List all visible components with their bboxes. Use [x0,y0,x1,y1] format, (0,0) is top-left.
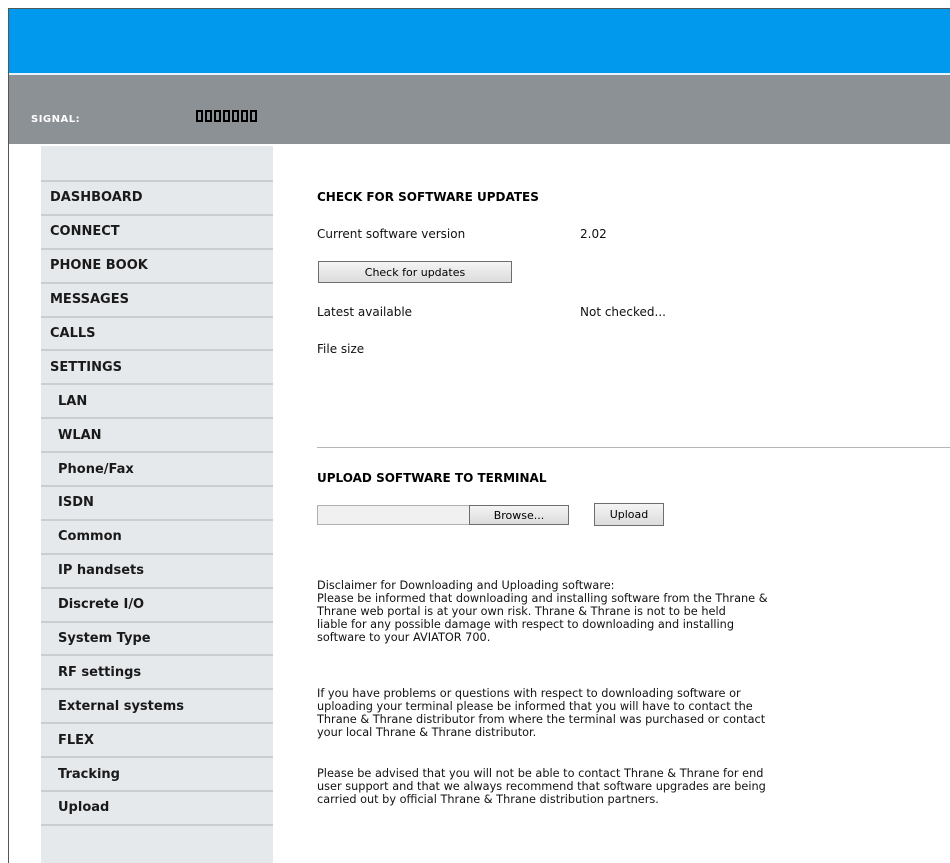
sidebar-item-tracking[interactable]: Tracking [41,758,273,793]
signal-bar-segment [232,110,239,122]
sidebar-item-phone-fax[interactable]: Phone/Fax [41,453,273,488]
sidebar-item-common[interactable]: Common [41,521,273,555]
signal-bar-segment [250,110,257,122]
top-banner [9,9,950,75]
sidebar-item-settings[interactable]: SETTINGS [41,351,273,386]
disclaimer-line: Please be informed that downloading and … [317,592,768,605]
signal-bar-segment [223,110,230,122]
sidebar-item-ip-handsets[interactable]: IP handsets [41,555,273,589]
upload-software-title: UPLOAD SOFTWARE TO TERMINAL [317,471,547,485]
signal-bar-segment [241,110,248,122]
disclaimer-line: Thrane web portal is at your own risk. T… [317,605,726,618]
file-size-label: File size [317,342,365,356]
disclaimer-paragraph-1: Disclaimer for Downloading and Uploading… [317,579,937,644]
sidebar-item-dashboard[interactable]: DASHBOARD [41,182,273,216]
check-updates-title: CHECK FOR SOFTWARE UPDATES [317,190,539,204]
sidebar-item-rf-settings[interactable]: RF settings [41,656,273,691]
signal-bar-segment [214,110,221,122]
disclaimer-line: uploading your terminal please be inform… [317,700,753,713]
latest-available-value: Not checked... [580,305,666,319]
sidebar-item-external-systems[interactable]: External systems [41,690,273,725]
disclaimer-line: Thrane & Thrane distributor from where t… [317,713,766,726]
disclaimer-line: carried out by official Thrane & Thrane … [317,793,659,806]
signal-bar [9,75,950,144]
sidebar-item-flex[interactable]: FLEX [41,724,273,759]
disclaimer-line: Please be advised that you will not be a… [317,767,764,780]
sidebar: DASHBOARD CONNECT PHONE BOOK MESSAGES CALLS S… [41,146,273,863]
current-version-value: 2.02 [580,227,607,241]
disclaimer-line: software to your AVIATOR 700. [317,631,491,644]
sidebar-item-wlan[interactable]: WLAN [41,419,273,454]
sidebar-item-system-type[interactable]: System Type [41,623,273,657]
sidebar-item-connect[interactable]: CONNECT [41,216,273,250]
disclaimer-paragraph-3: Please be advised that you will not be a… [317,767,937,806]
disclaimer-paragraph-2: If you have problems or questions with r… [317,687,937,739]
sidebar-item-isdn[interactable]: ISDN [41,487,273,521]
sidebar-item-calls[interactable]: CALLS [41,318,273,352]
disclaimer-line: user support and that we always recommen… [317,780,766,793]
upload-button[interactable]: Upload [594,503,664,526]
sidebar-item-phone-book[interactable]: PHONE BOOK [41,250,273,284]
disclaimer-line: liable for any possible damage with resp… [317,618,734,631]
current-version-label: Current software version [317,227,466,241]
check-for-updates-button[interactable]: Check for updates [318,261,512,283]
sidebar-spacer [41,146,273,182]
file-path-field[interactable] [317,505,469,525]
signal-label: SIGNAL: [31,114,81,125]
latest-available-label: Latest available [317,305,413,319]
disclaimer-line: Disclaimer for Downloading and Uploading… [317,579,615,592]
sidebar-item-messages[interactable]: MESSAGES [41,284,273,318]
disclaimer-line: If you have problems or questions with r… [317,687,741,700]
signal-strength-indicator [196,110,257,122]
sidebar-item-lan[interactable]: LAN [41,385,273,420]
sidebar-item-discrete-i-o[interactable]: Discrete I/O [41,589,273,623]
browse-button[interactable]: Browse... [469,505,569,525]
nav-list: DASHBOARD CONNECT PHONE BOOK MESSAGES CALLS S… [41,182,273,826]
sidebar-item-upload[interactable]: Upload [41,792,273,826]
signal-bar-segment [196,110,203,122]
signal-bar-segment [205,110,212,122]
disclaimer-line: your local Thrane & Thrane distributor. [317,726,537,739]
section-divider [317,447,950,448]
